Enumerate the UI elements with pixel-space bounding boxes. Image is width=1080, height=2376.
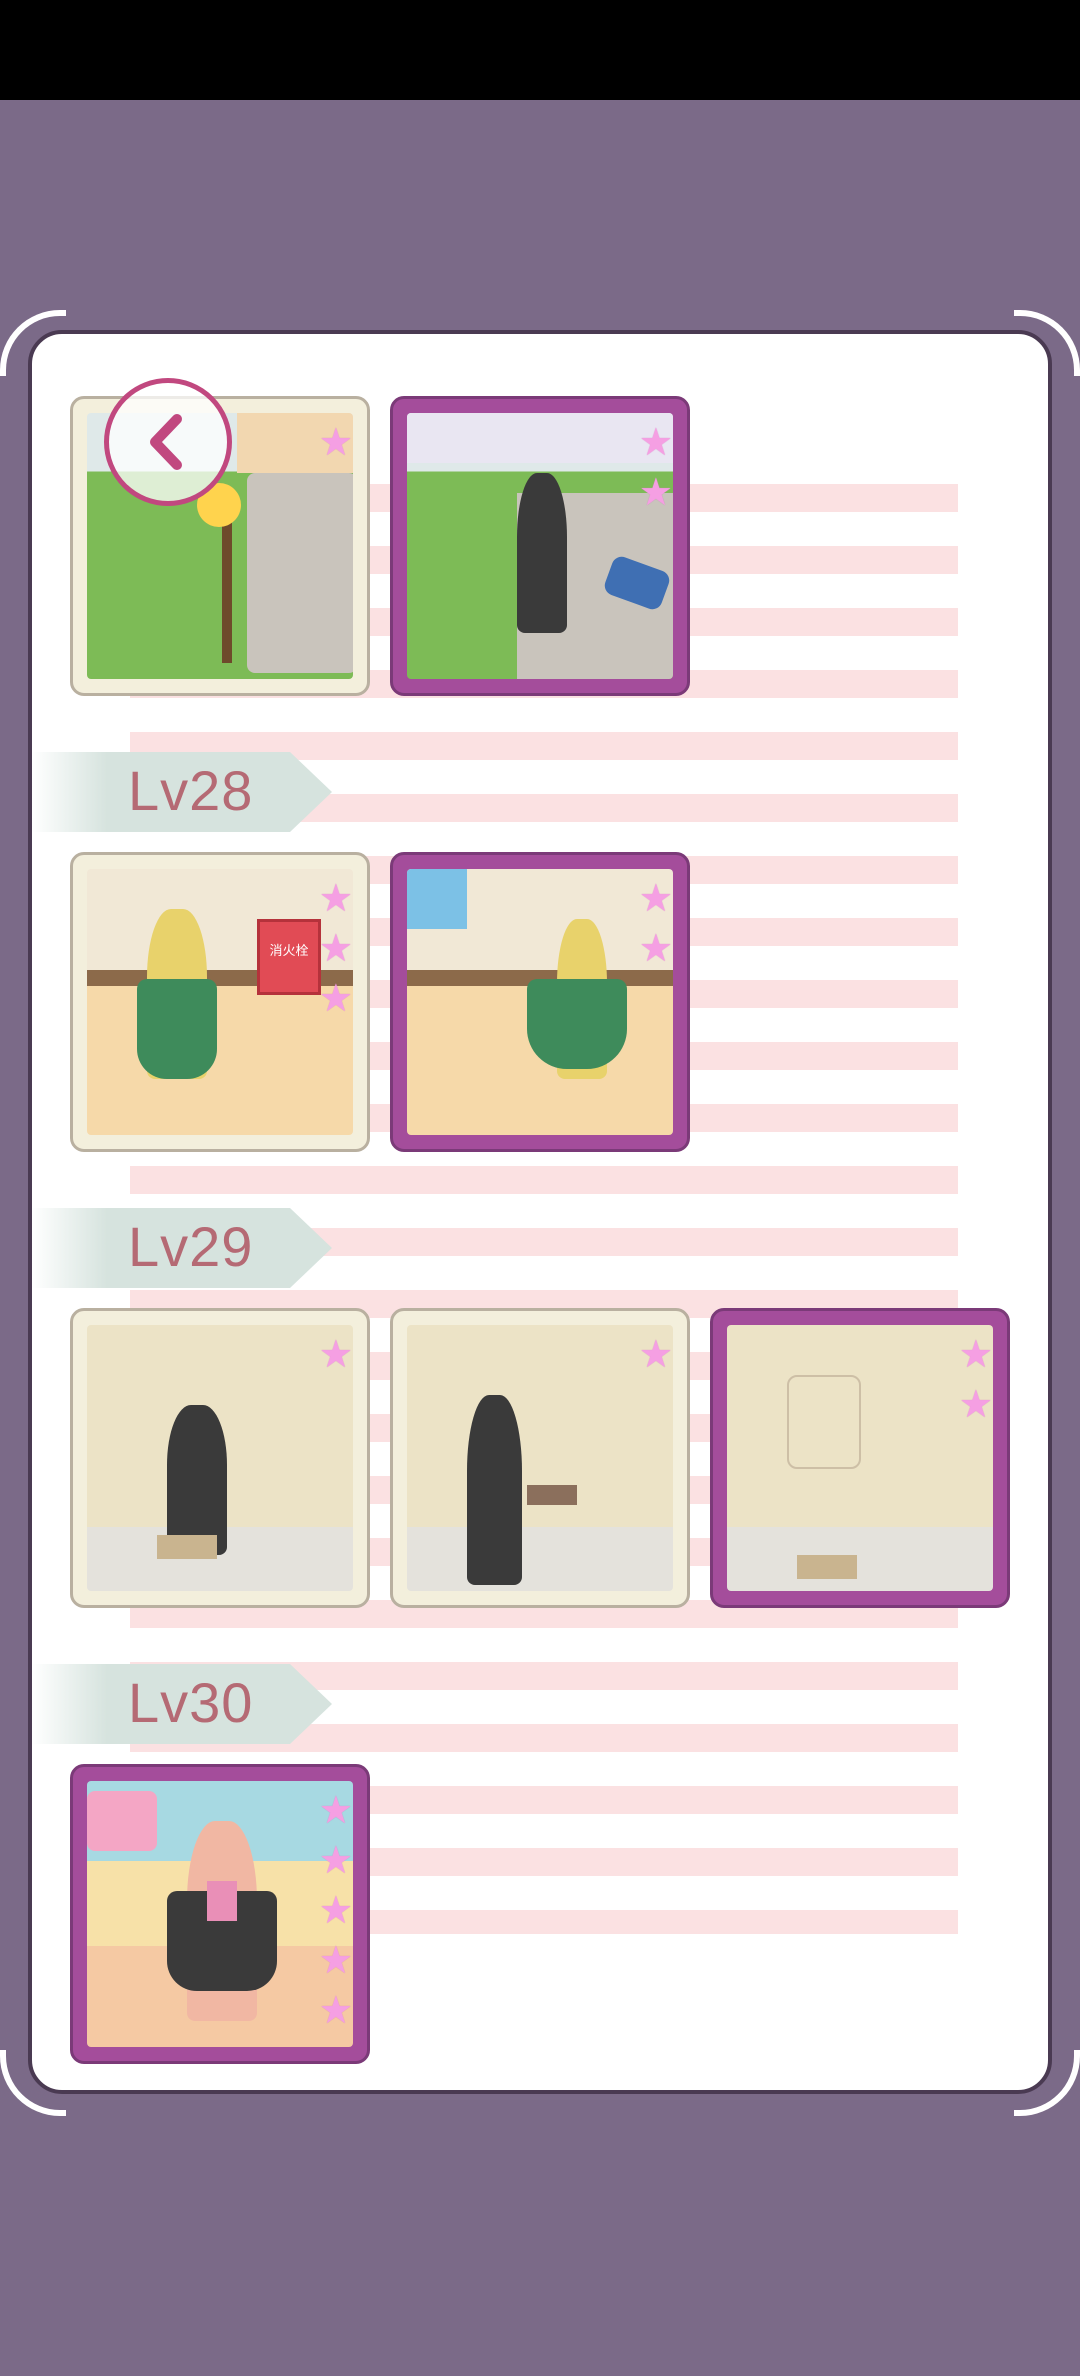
- star-rating: ★: [319, 1333, 353, 1375]
- level-gallery-panel: ★ ★ ★ Lv28 消火栓 ★ ★ ★ ★ ★ Lv29 ★ ★ ★ ★ Lv…: [28, 330, 1052, 2094]
- star-icon: ★: [318, 1938, 353, 1982]
- scene-image: 消火栓: [87, 869, 353, 1135]
- star-rating: ★: [639, 1333, 673, 1375]
- level-thumbnail[interactable]: ★: [390, 1308, 690, 1608]
- level-thumbnail[interactable]: 消火栓 ★ ★ ★: [70, 852, 370, 1152]
- star-icon: ★: [638, 876, 673, 920]
- level-thumbnail[interactable]: ★ ★: [390, 396, 690, 696]
- star-icon: ★: [958, 1332, 993, 1376]
- star-icon: ★: [318, 1332, 353, 1376]
- scene-image: [407, 413, 673, 679]
- star-icon: ★: [638, 926, 673, 970]
- star-rating: ★ ★: [639, 421, 673, 513]
- star-icon: ★: [318, 1788, 353, 1832]
- star-rating: ★: [319, 421, 353, 463]
- star-rating: ★ ★: [959, 1333, 993, 1425]
- scene-image: [407, 869, 673, 1135]
- status-bar: [0, 0, 1080, 100]
- level-banner: Lv28: [32, 752, 332, 832]
- level-thumbnail[interactable]: ★: [70, 1308, 370, 1608]
- level-banner: Lv30: [32, 1664, 332, 1744]
- back-button[interactable]: [104, 378, 232, 506]
- star-icon: ★: [318, 1888, 353, 1932]
- star-rating: ★ ★: [639, 877, 673, 969]
- level-thumbnail[interactable]: ★ ★ ★ ★ ★: [70, 1764, 370, 2064]
- star-icon: ★: [318, 976, 353, 1020]
- star-icon: ★: [318, 420, 353, 464]
- level-thumbnail[interactable]: ★ ★: [710, 1308, 1010, 1608]
- star-rating: ★ ★ ★ ★ ★: [319, 1789, 353, 2031]
- fire-hydrant-sign: 消火栓: [269, 944, 309, 959]
- scene-image: [87, 1781, 353, 2047]
- level-banner: Lv29: [32, 1208, 332, 1288]
- level-label: Lv30: [128, 1671, 254, 1734]
- level-label: Lv28: [128, 759, 254, 822]
- scene-image: [407, 1325, 673, 1591]
- star-icon: ★: [638, 420, 673, 464]
- scene-image: [87, 1325, 353, 1591]
- level-thumbnail[interactable]: ★ ★: [390, 852, 690, 1152]
- star-icon: ★: [638, 1332, 673, 1376]
- star-icon: ★: [958, 1382, 993, 1426]
- scene-image: [727, 1325, 993, 1591]
- star-icon: ★: [318, 926, 353, 970]
- star-icon: ★: [318, 1988, 353, 2032]
- chevron-left-icon: [150, 414, 182, 470]
- star-icon: ★: [318, 1838, 353, 1882]
- star-icon: ★: [638, 470, 673, 514]
- star-rating: ★ ★ ★: [319, 877, 353, 1019]
- star-icon: ★: [318, 876, 353, 920]
- level-label: Lv29: [128, 1215, 254, 1278]
